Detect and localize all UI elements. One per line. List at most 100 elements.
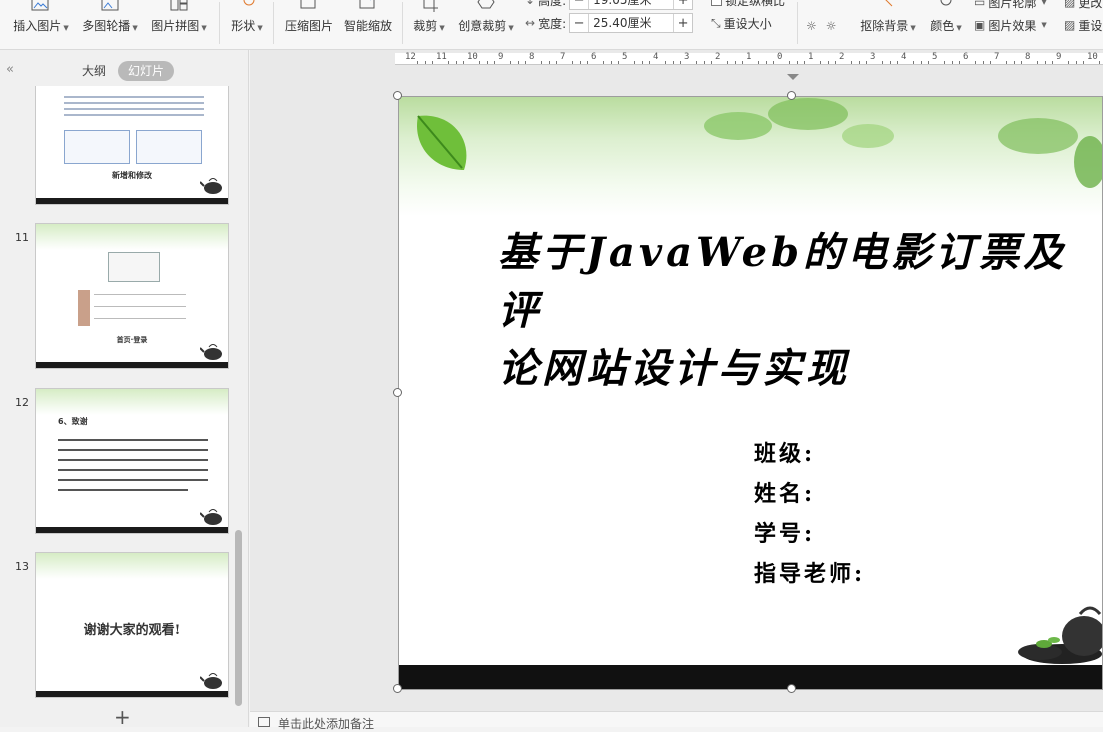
slide-title[interactable]: 基于JavaWeb的电影订票及评 论网站设计与实现 — [498, 224, 1078, 398]
height-increase-button[interactable]: + — [674, 0, 692, 9]
height-icon: ↕ — [525, 0, 536, 7]
collapse-panel-icon[interactable]: « — [6, 62, 14, 77]
height-field[interactable]: − 19.05厘米 + — [569, 0, 694, 10]
student-id-label[interactable]: 学号: — [754, 516, 815, 548]
thumbnail-scrollbar[interactable] — [235, 530, 242, 706]
reset-size-icon: ⤡ — [711, 15, 721, 30]
resize-handle-top-left[interactable] — [393, 91, 402, 100]
slide-footer-bar — [36, 691, 228, 697]
ruler-tick — [1098, 61, 1100, 64]
image-collage-button[interactable]: 图片拼图 ▼ — [149, 0, 209, 48]
height-decrease-button[interactable]: − — [570, 0, 588, 9]
remove-background-icon — [885, 0, 893, 7]
current-slide[interactable]: 基于JavaWeb的电影订票及评 论网站设计与实现 班级: 姓名: 学号: 指导… — [398, 96, 1103, 689]
ruler-label: 4 — [901, 52, 907, 62]
slide-number: 11 — [15, 231, 29, 244]
ruler-label: 5 — [932, 52, 938, 62]
resize-handle-bottom-left[interactable] — [393, 684, 402, 693]
width-field[interactable]: − 25.40厘米 + — [569, 13, 694, 33]
table-row — [64, 96, 204, 98]
ruler-tick — [556, 61, 558, 64]
shape-button[interactable]: 形状 ▼ — [229, 0, 265, 48]
slide-thumbnail-12[interactable]: 6、致谢 — [35, 388, 229, 534]
smart-zoom-icon — [359, 0, 375, 9]
leaf-header — [36, 389, 228, 415]
notes-bar[interactable]: 单击此处添加备注 — [250, 711, 1103, 731]
divider — [797, 2, 798, 44]
ruler-label: 10 — [1087, 52, 1098, 62]
change-image-icon: ▨ — [1064, 0, 1076, 9]
image-effects-button[interactable]: ▣ 图片效果 ▼ — [974, 15, 1047, 35]
leaf-cluster-icon — [704, 98, 894, 148]
change-image-button[interactable]: ▨ 更改 — [1064, 0, 1102, 12]
ruler-tick — [928, 61, 930, 64]
resize-handle-top-center[interactable] — [787, 91, 796, 100]
smart-zoom-button[interactable]: 智能缩放 — [343, 0, 393, 48]
width-increase-button[interactable]: + — [674, 14, 692, 32]
ruler-label: 7 — [560, 52, 566, 62]
ruler-tick — [889, 61, 891, 64]
carousel-icon — [101, 0, 119, 11]
ruler-tick — [540, 61, 542, 64]
width-control: ↔ 宽度: − 25.40厘米 + — [525, 13, 694, 33]
insert-image-button[interactable]: 插入图片 ▼ — [12, 0, 70, 48]
reset-image-button[interactable]: ▨ 重设 — [1064, 15, 1102, 35]
ruler-tick — [525, 61, 527, 64]
ruler-label: 9 — [1056, 52, 1062, 62]
tab-slides[interactable]: 幻灯片 — [118, 61, 175, 81]
add-slide-button[interactable]: + — [114, 705, 131, 729]
ruler-tick — [920, 61, 922, 64]
ruler-tick — [1044, 61, 1046, 64]
color-button[interactable]: 颜色 ▼ — [928, 0, 964, 48]
teapot-icon — [200, 344, 222, 360]
teapot-icon — [200, 673, 222, 689]
collage-icon — [170, 0, 188, 11]
brightness-increase-icon[interactable]: ☼ — [806, 19, 817, 33]
brightness-decrease-icon[interactable]: ☼ — [826, 19, 837, 33]
ruler-tick — [416, 61, 418, 64]
ruler-tick — [765, 61, 767, 64]
width-decrease-button[interactable]: − — [570, 14, 588, 32]
slide-thumbnail-10[interactable]: 新增和修改 — [35, 86, 229, 205]
compress-image-button[interactable]: 压缩图片 — [284, 0, 334, 48]
slide-footer-bar — [36, 198, 228, 204]
creative-crop-button[interactable]: 创意裁剪 ▼ — [457, 0, 515, 48]
ruler-tick — [571, 61, 573, 64]
indent-marker-icon[interactable] — [787, 74, 799, 80]
tab-outline[interactable]: 大纲 — [72, 61, 116, 81]
slide-thumbnail-13[interactable]: 谢谢大家的观看! — [35, 552, 229, 698]
ruler-tick — [447, 61, 449, 64]
ruler-tick — [618, 61, 620, 64]
ruler-tick — [1083, 61, 1085, 64]
divider — [219, 2, 220, 44]
notes-placeholder[interactable]: 单击此处添加备注 — [278, 715, 374, 732]
reset-size-button[interactable]: ⤡ 重设大小 — [711, 13, 772, 33]
leaf-icon — [417, 115, 467, 170]
resize-handle-bottom-center[interactable] — [787, 684, 796, 693]
ruler-tick — [912, 61, 914, 64]
advisor-label[interactable]: 指导老师: — [754, 556, 865, 588]
name-label[interactable]: 姓名: — [754, 476, 815, 508]
ruler-tick — [1075, 61, 1077, 64]
title-line-1: 基于JavaWeb的电影订票及评 — [498, 229, 1068, 334]
class-label[interactable]: 班级: — [754, 436, 815, 468]
leaf-header — [36, 553, 228, 579]
resize-handle-middle-left[interactable] — [393, 388, 402, 397]
remove-background-button[interactable]: 抠除背景 ▼ — [858, 0, 918, 48]
lock-ratio-checkbox[interactable]: 锁定纵横比 — [711, 0, 785, 10]
crop-button[interactable]: 裁剪 ▼ — [411, 0, 447, 48]
slide-thumbnail-11[interactable]: 首页·登录 — [35, 223, 229, 369]
ruler-tick — [1005, 61, 1007, 64]
ruler-tick — [548, 61, 550, 64]
dialog-screenshot — [136, 130, 202, 164]
table-row — [64, 114, 204, 116]
color-icon — [940, 0, 952, 6]
ruler-label: 10 — [467, 52, 478, 62]
login-screenshot — [108, 252, 160, 282]
ruler-label: 2 — [715, 52, 721, 62]
image-effects-icon: ▣ — [974, 18, 986, 32]
ruler-tick — [649, 61, 651, 64]
image-outline-button[interactable]: ▭ 图片轮廓 ▼ — [974, 0, 1047, 12]
ruler-tick — [711, 61, 713, 64]
multi-carousel-button[interactable]: 多图轮播 ▼ — [80, 0, 140, 48]
